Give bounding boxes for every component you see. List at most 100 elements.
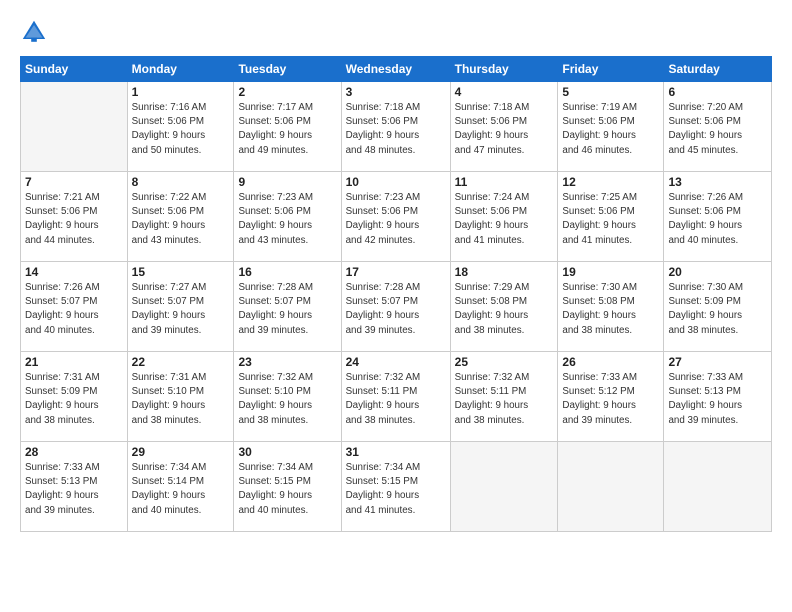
calendar-cell: 9Sunrise: 7:23 AMSunset: 5:06 PMDaylight… bbox=[234, 172, 341, 262]
calendar-table: SundayMondayTuesdayWednesdayThursdayFrid… bbox=[20, 56, 772, 532]
day-info: Sunrise: 7:17 AMSunset: 5:06 PMDaylight:… bbox=[238, 101, 336, 158]
day-info: Sunrise: 7:32 AMSunset: 5:11 PMDaylight:… bbox=[455, 371, 554, 428]
calendar-cell: 29Sunrise: 7:34 AMSunset: 5:14 PMDayligh… bbox=[127, 442, 234, 532]
day-number: 17 bbox=[346, 265, 446, 279]
day-number: 5 bbox=[562, 85, 659, 99]
calendar-cell: 22 Sunrise: 7:31 AMSunset: 5:10 PMDayligh… bbox=[127, 352, 234, 442]
calendar-cell: 12 Sunrise: 7:25 AMSunset: 5:06 PMDayligh… bbox=[558, 172, 664, 262]
day-info: Sunrise: 7:34 AMSunset: 5:15 PMDaylight:… bbox=[346, 461, 446, 518]
day-number: 3 bbox=[346, 85, 446, 99]
calendar-week-row: 14 Sunrise: 7:26 AMSunset: 5:07 PMDayligh… bbox=[21, 262, 772, 352]
day-number: 24 bbox=[346, 355, 446, 369]
calendar-cell: 24Sunrise: 7:32 AMSunset: 5:11 PMDayligh… bbox=[341, 352, 450, 442]
day-number: 8 bbox=[132, 175, 230, 189]
day-number: 21 bbox=[25, 355, 123, 369]
weekday-header: Wednesday bbox=[341, 57, 450, 82]
day-number: 2 bbox=[238, 85, 336, 99]
day-info: Sunrise: 7:30 AMSunset: 5:08 PMDaylight:… bbox=[562, 281, 659, 338]
day-info: Sunrise: 7:22 AMSunset: 5:06 PMDaylight:… bbox=[132, 191, 230, 248]
day-info: Sunrise: 7:31 AMSunset: 5:10 PMDaylight:… bbox=[132, 371, 230, 428]
day-number: 6 bbox=[668, 85, 767, 99]
day-info: Sunrise: 7:24 AMSunset: 5:06 PMDaylight:… bbox=[455, 191, 554, 248]
day-info: Sunrise: 7:33 AMSunset: 5:13 PMDaylight:… bbox=[25, 461, 123, 518]
calendar-cell: 8 Sunrise: 7:22 AMSunset: 5:06 PMDaylight… bbox=[127, 172, 234, 262]
day-info: Sunrise: 7:33 AMSunset: 5:12 PMDaylight:… bbox=[562, 371, 659, 428]
calendar-cell: 3 Sunrise: 7:18 AMSunset: 5:06 PMDaylight… bbox=[341, 82, 450, 172]
calendar-cell: 25 Sunrise: 7:32 AMSunset: 5:11 PMDayligh… bbox=[450, 352, 558, 442]
calendar-cell: 15Sunrise: 7:27 AMSunset: 5:07 PMDayligh… bbox=[127, 262, 234, 352]
day-info: Sunrise: 7:30 AMSunset: 5:09 PMDaylight:… bbox=[668, 281, 767, 338]
day-number: 13 bbox=[668, 175, 767, 189]
day-number: 26 bbox=[562, 355, 659, 369]
calendar-cell: 13Sunrise: 7:26 AMSunset: 5:06 PMDayligh… bbox=[664, 172, 772, 262]
day-info: Sunrise: 7:19 AMSunset: 5:06 PMDaylight:… bbox=[562, 101, 659, 158]
calendar-cell: 27 Sunrise: 7:33 AMSunset: 5:13 PMDayligh… bbox=[664, 352, 772, 442]
day-number: 30 bbox=[238, 445, 336, 459]
calendar-week-row: 1 Sunrise: 7:16 AMSunset: 5:06 PMDaylight… bbox=[21, 82, 772, 172]
day-number: 10 bbox=[346, 175, 446, 189]
calendar-cell: 31Sunrise: 7:34 AMSunset: 5:15 PMDayligh… bbox=[341, 442, 450, 532]
calendar-cell: 19 Sunrise: 7:30 AMSunset: 5:08 PMDayligh… bbox=[558, 262, 664, 352]
calendar-cell: 30 Sunrise: 7:34 AMSunset: 5:15 PMDayligh… bbox=[234, 442, 341, 532]
day-number: 7 bbox=[25, 175, 123, 189]
day-info: Sunrise: 7:28 AMSunset: 5:07 PMDaylight:… bbox=[238, 281, 336, 338]
day-number: 18 bbox=[455, 265, 554, 279]
calendar-cell: 26 Sunrise: 7:33 AMSunset: 5:12 PMDayligh… bbox=[558, 352, 664, 442]
day-number: 14 bbox=[25, 265, 123, 279]
day-number: 9 bbox=[238, 175, 336, 189]
calendar-cell: 4Sunrise: 7:18 AMSunset: 5:06 PMDaylight… bbox=[450, 82, 558, 172]
day-info: Sunrise: 7:29 AMSunset: 5:08 PMDaylight:… bbox=[455, 281, 554, 338]
day-info: Sunrise: 7:18 AMSunset: 5:06 PMDaylight:… bbox=[455, 101, 554, 158]
day-number: 23 bbox=[238, 355, 336, 369]
calendar-cell: 21 Sunrise: 7:31 AMSunset: 5:09 PMDayligh… bbox=[21, 352, 128, 442]
day-info: Sunrise: 7:27 AMSunset: 5:07 PMDaylight:… bbox=[132, 281, 230, 338]
day-info: Sunrise: 7:18 AMSunset: 5:06 PMDaylight:… bbox=[346, 101, 446, 158]
weekday-header: Friday bbox=[558, 57, 664, 82]
calendar-cell: 28 Sunrise: 7:33 AMSunset: 5:13 PMDayligh… bbox=[21, 442, 128, 532]
weekday-header: Saturday bbox=[664, 57, 772, 82]
calendar-cell bbox=[450, 442, 558, 532]
day-info: Sunrise: 7:28 AMSunset: 5:07 PMDaylight:… bbox=[346, 281, 446, 338]
day-number: 19 bbox=[562, 265, 659, 279]
logo-icon bbox=[20, 18, 48, 46]
calendar-cell: 23 Sunrise: 7:32 AMSunset: 5:10 PMDayligh… bbox=[234, 352, 341, 442]
day-info: Sunrise: 7:26 AMSunset: 5:07 PMDaylight:… bbox=[25, 281, 123, 338]
day-info: Sunrise: 7:32 AMSunset: 5:10 PMDaylight:… bbox=[238, 371, 336, 428]
calendar-cell bbox=[21, 82, 128, 172]
day-number: 25 bbox=[455, 355, 554, 369]
calendar-cell: 10 Sunrise: 7:23 AMSunset: 5:06 PMDayligh… bbox=[341, 172, 450, 262]
calendar-cell: 14 Sunrise: 7:26 AMSunset: 5:07 PMDayligh… bbox=[21, 262, 128, 352]
day-number: 28 bbox=[25, 445, 123, 459]
weekday-header: Tuesday bbox=[234, 57, 341, 82]
day-info: Sunrise: 7:21 AMSunset: 5:06 PMDaylight:… bbox=[25, 191, 123, 248]
calendar-week-row: 28 Sunrise: 7:33 AMSunset: 5:13 PMDayligh… bbox=[21, 442, 772, 532]
day-info: Sunrise: 7:34 AMSunset: 5:15 PMDaylight:… bbox=[238, 461, 336, 518]
day-info: Sunrise: 7:25 AMSunset: 5:06 PMDaylight:… bbox=[562, 191, 659, 248]
calendar-cell: 2 Sunrise: 7:17 AMSunset: 5:06 PMDaylight… bbox=[234, 82, 341, 172]
day-info: Sunrise: 7:23 AMSunset: 5:06 PMDaylight:… bbox=[346, 191, 446, 248]
calendar-cell: 17 Sunrise: 7:28 AMSunset: 5:07 PMDayligh… bbox=[341, 262, 450, 352]
calendar-cell: 20Sunrise: 7:30 AMSunset: 5:09 PMDayligh… bbox=[664, 262, 772, 352]
calendar-cell: 6 Sunrise: 7:20 AMSunset: 5:06 PMDaylight… bbox=[664, 82, 772, 172]
day-number: 1 bbox=[132, 85, 230, 99]
day-info: Sunrise: 7:31 AMSunset: 5:09 PMDaylight:… bbox=[25, 371, 123, 428]
day-number: 27 bbox=[668, 355, 767, 369]
day-number: 16 bbox=[238, 265, 336, 279]
day-info: Sunrise: 7:16 AMSunset: 5:06 PMDaylight:… bbox=[132, 101, 230, 158]
calendar-cell: 18 Sunrise: 7:29 AMSunset: 5:08 PMDayligh… bbox=[450, 262, 558, 352]
header bbox=[20, 18, 772, 46]
day-info: Sunrise: 7:33 AMSunset: 5:13 PMDaylight:… bbox=[668, 371, 767, 428]
day-number: 29 bbox=[132, 445, 230, 459]
calendar-cell: 11 Sunrise: 7:24 AMSunset: 5:06 PMDayligh… bbox=[450, 172, 558, 262]
day-info: Sunrise: 7:20 AMSunset: 5:06 PMDaylight:… bbox=[668, 101, 767, 158]
calendar-week-row: 21 Sunrise: 7:31 AMSunset: 5:09 PMDayligh… bbox=[21, 352, 772, 442]
calendar-cell bbox=[664, 442, 772, 532]
day-number: 22 bbox=[132, 355, 230, 369]
calendar-cell: 1 Sunrise: 7:16 AMSunset: 5:06 PMDaylight… bbox=[127, 82, 234, 172]
calendar-cell: 5 Sunrise: 7:19 AMSunset: 5:06 PMDaylight… bbox=[558, 82, 664, 172]
page: SundayMondayTuesdayWednesdayThursdayFrid… bbox=[0, 0, 792, 612]
day-number: 12 bbox=[562, 175, 659, 189]
calendar-cell bbox=[558, 442, 664, 532]
logo bbox=[20, 18, 52, 46]
day-number: 11 bbox=[455, 175, 554, 189]
